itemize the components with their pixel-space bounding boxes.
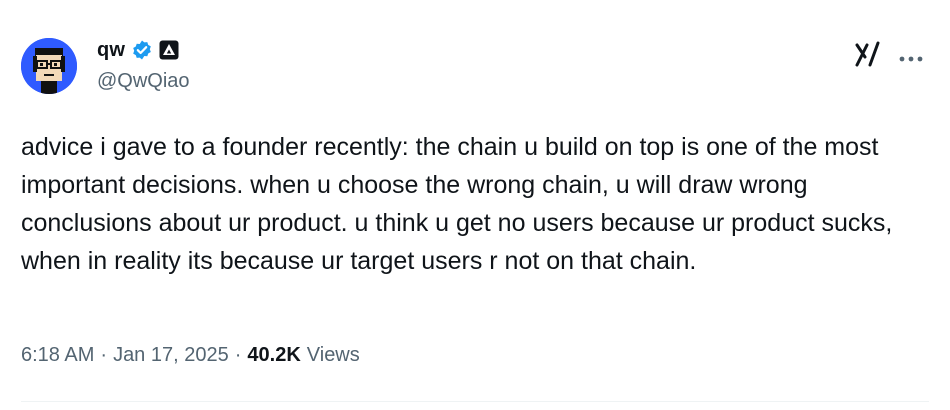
divider	[21, 401, 929, 402]
tweet-time[interactable]: 6:18 AM	[21, 344, 94, 367]
more-icon[interactable]	[898, 50, 924, 62]
tweet-meta: 6:18 AM · Jan 17, 2025 · 40.2K Views	[21, 344, 360, 367]
verified-badge-icon[interactable]	[131, 39, 153, 61]
tweet-text: advice i gave to a founder recently: the…	[21, 133, 900, 275]
author-handle[interactable]: @QwQiao	[97, 70, 190, 93]
pixel-face-avatar-icon	[21, 38, 77, 94]
author-display-name[interactable]: qw	[97, 39, 125, 62]
grok-icon[interactable]	[854, 41, 882, 67]
meta-separator: ·	[234, 344, 242, 366]
author-name-row[interactable]: qw	[97, 38, 179, 62]
affiliate-triangle-icon[interactable]	[159, 40, 179, 60]
avatar[interactable]	[21, 38, 77, 94]
tweet-date[interactable]: Jan 17, 2025	[113, 344, 229, 367]
meta-separator: ·	[100, 344, 108, 366]
views-label[interactable]: Views	[307, 344, 360, 367]
views-count[interactable]: 40.2K	[247, 344, 300, 367]
tweet-card: qw @QwQiao advice i gave to a founder re…	[0, 0, 950, 410]
